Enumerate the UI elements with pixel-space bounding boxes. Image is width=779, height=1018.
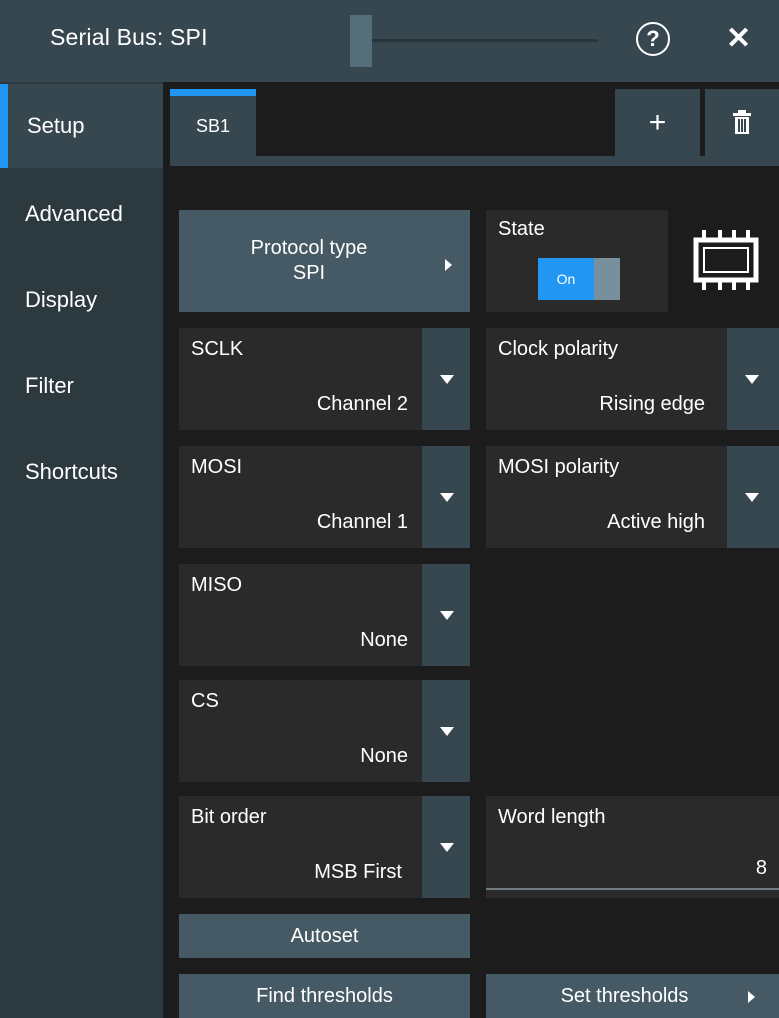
set-thresholds-button[interactable]: Set thresholds [486, 974, 779, 1018]
sidebar-item-advanced[interactable]: Advanced [0, 172, 163, 256]
miso-value: None [360, 629, 408, 651]
find-thresholds-button[interactable]: Find thresholds [179, 974, 470, 1018]
chevron-down-icon [440, 375, 454, 384]
title-bar: Serial Bus: SPI ? ✕ [0, 0, 779, 82]
miso-dropdown-button[interactable] [422, 564, 470, 666]
cs-label: CS [191, 690, 219, 712]
chevron-down-icon [440, 611, 454, 620]
miso-label: MISO [191, 574, 243, 596]
clock-polarity-value: Rising edge [599, 393, 705, 415]
state-control: State On [486, 210, 668, 312]
mosi-label: MOSI [191, 456, 243, 478]
state-label: State [498, 218, 545, 240]
add-bus-button[interactable]: + [615, 89, 700, 156]
clock-polarity-label: Clock polarity [498, 338, 619, 360]
chevron-right-icon [748, 991, 755, 1003]
set-thresholds-label: Set thresholds [560, 985, 689, 1007]
sidebar-item-display[interactable]: Display [0, 258, 163, 342]
miso-selector[interactable]: MISO None [179, 564, 470, 666]
window-title: Serial Bus: SPI [50, 24, 208, 50]
sclk-selector[interactable]: SCLK Channel 2 [179, 328, 470, 430]
chevron-down-icon [745, 493, 759, 502]
chip-icon [693, 230, 759, 290]
protocol-type-label: Protocol type [250, 237, 368, 259]
help-icon[interactable]: ? [636, 22, 670, 56]
sidebar-item-shortcuts[interactable]: Shortcuts [0, 430, 163, 514]
sclk-dropdown-button[interactable] [422, 328, 470, 430]
mosi-value: Channel 1 [316, 511, 408, 533]
close-icon[interactable]: ✕ [726, 19, 751, 59]
autoset-button[interactable]: Autoset [179, 914, 470, 958]
chevron-down-icon [745, 375, 759, 384]
sidebar: Setup Advanced Display Filter Shortcuts [0, 82, 163, 1018]
mosi-polarity-dropdown-button[interactable] [727, 446, 779, 548]
sclk-label: SCLK [191, 338, 244, 360]
tab-underline [170, 156, 779, 166]
sidebar-item-setup[interactable]: Setup [0, 84, 163, 168]
mosi-polarity-selector[interactable]: MOSI polarity Active high [486, 446, 779, 548]
cs-dropdown-button[interactable] [422, 680, 470, 782]
chevron-down-icon [440, 493, 454, 502]
clock-polarity-dropdown-button[interactable] [727, 328, 779, 430]
chevron-right-icon [445, 259, 452, 271]
protocol-type-button[interactable]: Protocol type SPI [179, 210, 470, 312]
state-toggle-on-label: On [538, 258, 594, 300]
chevron-down-icon [440, 727, 454, 736]
protocol-type-value: SPI [292, 262, 326, 284]
sidebar-item-filter[interactable]: Filter [0, 344, 163, 428]
bus-tab-strip: SB1 + [170, 89, 779, 156]
transparency-slider-track[interactable] [372, 39, 598, 42]
bit-order-label: Bit order [191, 806, 267, 828]
state-toggle[interactable]: On [538, 258, 620, 300]
mosi-dropdown-button[interactable] [422, 446, 470, 548]
mosi-polarity-value: Active high [607, 511, 705, 533]
mosi-selector[interactable]: MOSI Channel 1 [179, 446, 470, 548]
word-length-underline [486, 888, 779, 890]
cs-value: None [360, 745, 408, 767]
bit-order-value: MSB First [314, 861, 402, 883]
delete-bus-button[interactable] [705, 89, 779, 156]
mosi-polarity-label: MOSI polarity [498, 456, 620, 478]
trash-icon [733, 110, 751, 134]
cs-selector[interactable]: CS None [179, 680, 470, 782]
bit-order-selector[interactable]: Bit order MSB First [179, 796, 470, 898]
word-length-label: Word length [498, 806, 606, 828]
word-length-field[interactable]: Word length 8 [486, 796, 779, 898]
clock-polarity-selector[interactable]: Clock polarity Rising edge [486, 328, 779, 430]
tab-sb1[interactable]: SB1 [170, 89, 256, 156]
chevron-down-icon [440, 843, 454, 852]
transparency-slider-handle[interactable] [350, 15, 372, 67]
sclk-value: Channel 2 [316, 393, 408, 415]
word-length-value: 8 [755, 857, 767, 879]
bit-order-dropdown-button[interactable] [422, 796, 470, 898]
state-toggle-thumb [594, 258, 620, 300]
